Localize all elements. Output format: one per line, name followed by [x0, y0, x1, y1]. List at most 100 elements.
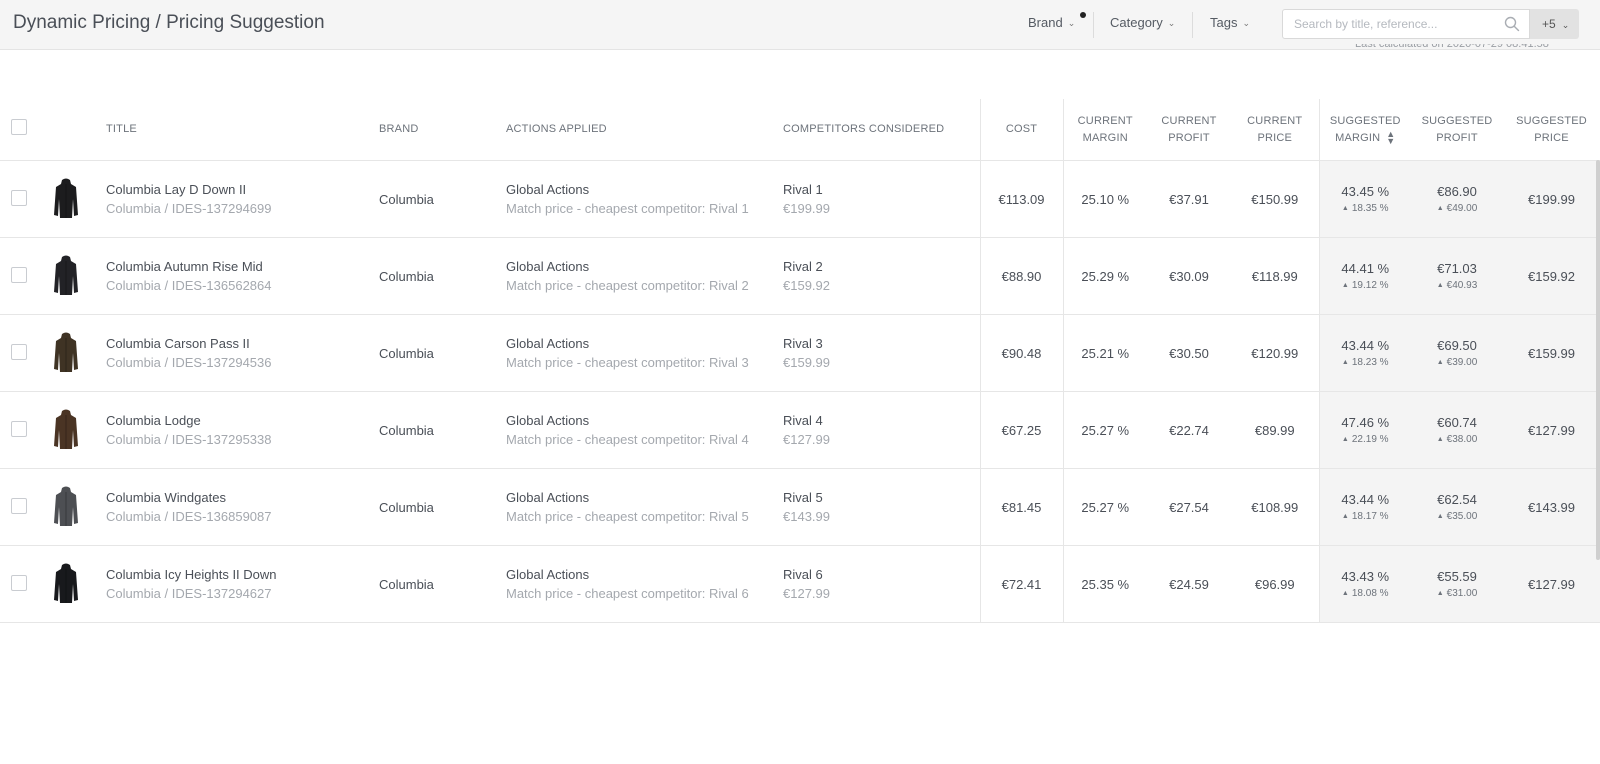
search-box — [1282, 9, 1530, 39]
product-thumbnail[interactable] — [53, 331, 79, 375]
competitor-cell: Rival 6 €127.99 — [783, 545, 981, 623]
suggested-profit-header[interactable]: Suggested Profit — [1411, 99, 1503, 161]
brand-filter[interactable]: Brand ⌄ — [1028, 15, 1075, 30]
product-title[interactable]: Columbia Lodge — [106, 413, 379, 428]
product-reference: Columbia / IDES-136562864 — [106, 278, 272, 293]
product-title[interactable]: Columbia Carson Pass II — [106, 336, 379, 351]
actions-cell: Global Actions Match price - cheapest co… — [506, 237, 783, 315]
cost-cell: €67.25 — [980, 391, 1064, 469]
competitor-name: Rival 5 — [783, 490, 823, 505]
suggested-price-cell[interactable]: €127.99 — [1503, 391, 1600, 469]
suggested-profit-value: €86.90 — [1437, 184, 1477, 199]
brand-filter-label: Brand — [1028, 15, 1063, 30]
arrow-up-icon: ▲ — [1436, 436, 1444, 443]
current-profit-cell: €22.74 — [1147, 391, 1231, 469]
row-select-cell — [0, 545, 48, 623]
header-line: Price — [1257, 131, 1293, 144]
current-price-cell: €118.99 — [1231, 237, 1320, 315]
product-reference: Columbia / IDES-136859087 — [106, 509, 272, 524]
delta-value: 18.08 % — [1351, 588, 1389, 599]
product-thumbnail[interactable] — [53, 254, 79, 298]
thumbnail-cell — [48, 391, 106, 469]
row-checkbox[interactable] — [11, 497, 27, 514]
category-filter[interactable]: Category ⌄ — [1110, 15, 1175, 30]
competitors-considered-header[interactable]: Competitors considered — [783, 99, 981, 161]
header-line: Suggested — [1421, 114, 1493, 127]
delta-value: 18.23 % — [1351, 357, 1389, 368]
suggested-price-cell[interactable]: €127.99 — [1503, 545, 1600, 623]
suggested-margin-delta: ▲ 18.17 % — [1320, 511, 1412, 522]
suggested-price-cell[interactable]: €199.99 — [1503, 160, 1600, 238]
thumbnail-cell — [48, 545, 106, 623]
delta-value: 18.17 % — [1351, 511, 1389, 522]
competitor-cell: Rival 4 €127.99 — [783, 391, 981, 469]
suggested-price-cell[interactable]: €143.99 — [1503, 468, 1600, 546]
product-thumbnail[interactable] — [53, 485, 79, 529]
row-select-cell — [0, 160, 48, 238]
cost-header[interactable]: Cost — [980, 99, 1064, 161]
current-profit-cell: €27.54 — [1147, 468, 1231, 546]
select-all-checkbox[interactable] — [11, 118, 27, 135]
tags-filter[interactable]: Tags ⌄ — [1210, 15, 1250, 30]
product-title[interactable]: Columbia Windgates — [106, 490, 379, 505]
product-reference: Columbia / IDES-137294699 — [106, 201, 272, 216]
suggested-price-cell[interactable]: €159.92 — [1503, 237, 1600, 315]
action-detail: Match price - cheapest competitor: Rival… — [506, 509, 749, 524]
current-margin-header[interactable]: Current Margin — [1063, 99, 1147, 161]
competitor-cell: Rival 2 €159.92 — [783, 237, 981, 315]
row-checkbox[interactable] — [11, 420, 27, 437]
more-filters-button[interactable]: +5 ⌄ — [1530, 9, 1579, 39]
brand-header[interactable]: Brand — [379, 99, 506, 161]
current-price-header[interactable]: Current Price — [1231, 99, 1320, 161]
cost-cell: €90.48 — [980, 314, 1064, 392]
action-detail: Match price - cheapest competitor: Rival… — [506, 355, 749, 370]
action-name: Global Actions — [506, 490, 590, 505]
suggested-profit-value: €55.59 — [1437, 569, 1477, 584]
row-select-cell — [0, 237, 48, 315]
suggested-profit-delta: ▲ €35.00 — [1411, 511, 1503, 522]
table-row[interactable]: Columbia Autumn Rise Mid Columbia / IDES… — [0, 237, 1600, 315]
suggested-price-header[interactable]: Suggested Price — [1503, 99, 1600, 161]
thumbnail-cell — [48, 314, 106, 392]
chevron-down-icon: ⌄ — [1167, 18, 1176, 28]
table-row[interactable]: Columbia Windgates Columbia / IDES-13685… — [0, 468, 1600, 546]
search-input[interactable] — [1283, 10, 1494, 38]
suggested-margin-header[interactable]: Suggested Margin ▲ ▼ — [1319, 99, 1411, 161]
arrow-up-icon: ▲ — [1341, 359, 1349, 366]
product-title[interactable]: Columbia Lay D Down II — [106, 182, 379, 197]
row-checkbox[interactable] — [11, 574, 27, 591]
current-margin-cell: 25.35 % — [1063, 545, 1147, 623]
suggested-profit-cell: €55.59 ▲ €31.00 — [1411, 545, 1503, 623]
row-checkbox[interactable] — [11, 266, 27, 283]
suggested-profit-cell: €71.03 ▲ €40.93 — [1411, 237, 1503, 315]
current-price-cell: €89.99 — [1231, 391, 1320, 469]
search-icon[interactable] — [1504, 16, 1520, 32]
row-checkbox[interactable] — [11, 189, 27, 206]
row-checkbox[interactable] — [11, 343, 27, 360]
actions-applied-header[interactable]: Actions applied — [506, 99, 783, 161]
suggested-price-cell[interactable]: €159.99 — [1503, 314, 1600, 392]
category-filter-label: Category — [1110, 15, 1163, 30]
current-profit-header[interactable]: Current Profit — [1147, 99, 1231, 161]
table-row[interactable]: Columbia Carson Pass II Columbia / IDES-… — [0, 314, 1600, 392]
thumbnail-cell — [48, 468, 106, 546]
product-thumbnail[interactable] — [53, 562, 79, 606]
suggested-margin-delta: ▲ 18.23 % — [1320, 357, 1412, 368]
scrollbar[interactable] — [1596, 160, 1600, 560]
title-header[interactable]: Title — [106, 99, 379, 161]
cost-cell: €81.45 — [980, 468, 1064, 546]
header-line: Margin — [1335, 131, 1381, 144]
row-select-cell — [0, 314, 48, 392]
table-row[interactable]: Columbia Lay D Down II Columbia / IDES-1… — [0, 160, 1600, 238]
sort-icon[interactable]: ▲ ▼ — [1386, 129, 1395, 145]
header-line: Profit — [1168, 131, 1210, 144]
title-cell: Columbia Icy Heights II Down Columbia / … — [106, 545, 379, 623]
suggested-margin-cell: 44.41 % ▲ 19.12 % — [1319, 237, 1411, 315]
product-title[interactable]: Columbia Autumn Rise Mid — [106, 259, 379, 274]
arrow-up-icon: ▲ — [1341, 282, 1349, 289]
table-row[interactable]: Columbia Lodge Columbia / IDES-137295338… — [0, 391, 1600, 469]
product-thumbnail[interactable] — [53, 408, 79, 452]
table-row[interactable]: Columbia Icy Heights II Down Columbia / … — [0, 545, 1600, 623]
product-title[interactable]: Columbia Icy Heights II Down — [106, 567, 379, 582]
product-thumbnail[interactable] — [53, 177, 79, 221]
